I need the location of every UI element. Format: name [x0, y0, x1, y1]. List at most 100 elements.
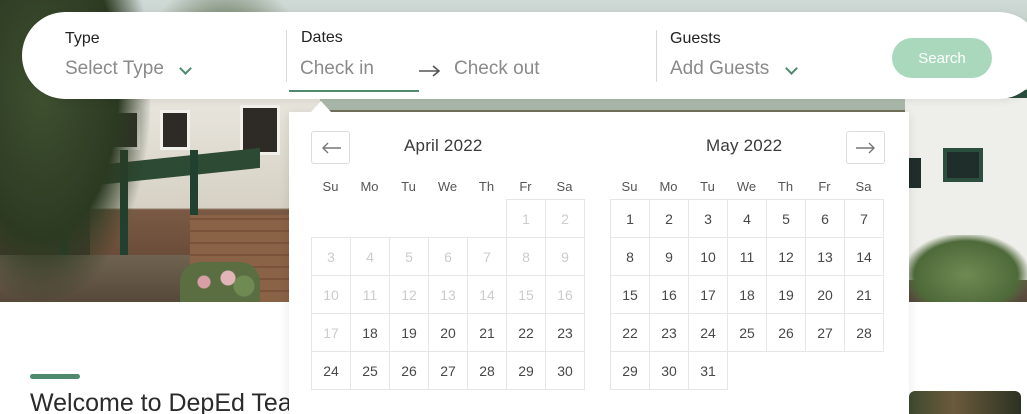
calendar-day[interactable]: 22: [610, 313, 650, 352]
heading-accent-bar: [30, 374, 80, 379]
calendar-day[interactable]: 18: [727, 275, 767, 314]
date-picker: April 2022 May 2022 Su Mo Tu We Th Fr Sa 1 2 3 4 5 6…: [289, 112, 909, 414]
calendar-day[interactable]: 19: [389, 313, 429, 352]
calendar-day[interactable]: 1: [610, 199, 650, 238]
month-title-may: May 2022: [706, 136, 783, 155]
calendar-day: 17: [311, 313, 351, 352]
calendar-day[interactable]: 31: [688, 351, 728, 390]
weekday-label: We: [437, 179, 458, 194]
calendar-day[interactable]: 24: [311, 351, 351, 390]
calendar-day[interactable]: 21: [467, 313, 507, 352]
prev-month-button[interactable]: [311, 131, 350, 164]
calendar-day[interactable]: 16: [649, 275, 689, 314]
divider: [286, 30, 287, 82]
weekday-label: Fr: [818, 179, 831, 194]
arrow-left-icon: [321, 142, 341, 153]
calendar-day[interactable]: 14: [844, 237, 884, 276]
calendar-day[interactable]: 18: [350, 313, 390, 352]
calendar-day: 16: [545, 275, 585, 314]
calendar-day[interactable]: 27: [428, 351, 468, 390]
calendar-day: 7: [467, 237, 507, 276]
weekday-label: Mo: [360, 179, 379, 194]
calendar-day: 4: [350, 237, 390, 276]
month-title-april: April 2022: [404, 136, 483, 155]
type-select[interactable]: Select Type: [65, 56, 205, 86]
calendar-day[interactable]: 13: [805, 237, 845, 276]
calendar-day[interactable]: 20: [805, 275, 845, 314]
calendar-day[interactable]: 29: [506, 351, 546, 390]
calendar-day: 14: [467, 275, 507, 314]
calendar-day: 11: [350, 275, 390, 314]
calendar-day[interactable]: 4: [727, 199, 767, 238]
calendar-day: 2: [545, 199, 585, 238]
calendar-day[interactable]: 30: [545, 351, 585, 390]
calendar-day[interactable]: 19: [766, 275, 806, 314]
calendar-day[interactable]: 22: [506, 313, 546, 352]
calendar-day: 5: [389, 237, 429, 276]
calendar-day[interactable]: 28: [844, 313, 884, 352]
weekday-label: Su: [621, 179, 638, 194]
weekday-label: Mo: [659, 179, 678, 194]
calendar-day: 3: [311, 237, 351, 276]
calendar-day[interactable]: 24: [688, 313, 728, 352]
checkin-active-underline: [289, 90, 419, 92]
weekday-label: Sa: [556, 179, 573, 194]
calendar-day[interactable]: 21: [844, 275, 884, 314]
weekday-label: Th: [478, 179, 495, 194]
arrow-right-icon: [855, 142, 875, 153]
calendar-day[interactable]: 11: [727, 237, 767, 276]
calendar-day[interactable]: 6: [805, 199, 845, 238]
search-bar: Type Select Type Dates Check in Check ou…: [22, 12, 1027, 99]
next-month-button[interactable]: [846, 131, 885, 164]
calendar-day[interactable]: 17: [688, 275, 728, 314]
checkout-input[interactable]: Check out: [454, 58, 540, 80]
calendar-day: 8: [506, 237, 546, 276]
search-button[interactable]: Search: [892, 38, 992, 78]
calendar-day[interactable]: 26: [389, 351, 429, 390]
calendar-day[interactable]: 23: [649, 313, 689, 352]
calendar-day: 10: [311, 275, 351, 314]
weekday-label: We: [736, 179, 757, 194]
weekday-label: Tu: [700, 179, 715, 194]
calendar-day[interactable]: 2: [649, 199, 689, 238]
calendar-day[interactable]: 27: [805, 313, 845, 352]
calendar-day[interactable]: 7: [844, 199, 884, 238]
calendar-day[interactable]: 25: [727, 313, 767, 352]
guests-label: Guests: [670, 30, 721, 47]
section-image: [909, 391, 1021, 414]
guests-select[interactable]: Add Guests: [670, 56, 810, 86]
guests-select-value: Add Guests: [670, 58, 770, 79]
calendar-day[interactable]: 12: [766, 237, 806, 276]
type-label: Type: [65, 30, 100, 47]
calendar-day[interactable]: 9: [649, 237, 689, 276]
calendar-day[interactable]: 29: [610, 351, 650, 390]
weekday-label: Tu: [401, 179, 416, 194]
calendar-caret: [311, 101, 331, 112]
calendar-day[interactable]: 5: [766, 199, 806, 238]
weekday-label: Fr: [519, 179, 532, 194]
calendar-day: 1: [506, 199, 546, 238]
calendar-day: 12: [389, 275, 429, 314]
weekday-label: Su: [322, 179, 339, 194]
chevron-down-icon: [785, 62, 798, 75]
weekday-label: Th: [777, 179, 794, 194]
welcome-heading: Welcome to DepEd Tea: [30, 389, 292, 414]
calendar-day[interactable]: 28: [467, 351, 507, 390]
calendar-day[interactable]: 26: [766, 313, 806, 352]
calendar-day[interactable]: 15: [610, 275, 650, 314]
checkin-input[interactable]: Check in: [300, 58, 374, 80]
calendar-day: 6: [428, 237, 468, 276]
chevron-down-icon: [179, 62, 192, 75]
calendar-day[interactable]: 8: [610, 237, 650, 276]
type-select-value: Select Type: [65, 58, 164, 79]
calendar-day[interactable]: 23: [545, 313, 585, 352]
calendar-day[interactable]: 10: [688, 237, 728, 276]
calendar-day[interactable]: 25: [350, 351, 390, 390]
calendar-day[interactable]: 20: [428, 313, 468, 352]
weekday-label: Sa: [855, 179, 872, 194]
calendar-day: 13: [428, 275, 468, 314]
calendar-day[interactable]: 30: [649, 351, 689, 390]
calendar-day[interactable]: 3: [688, 199, 728, 238]
calendar-day: 15: [506, 275, 546, 314]
dates-label: Dates: [301, 29, 343, 46]
